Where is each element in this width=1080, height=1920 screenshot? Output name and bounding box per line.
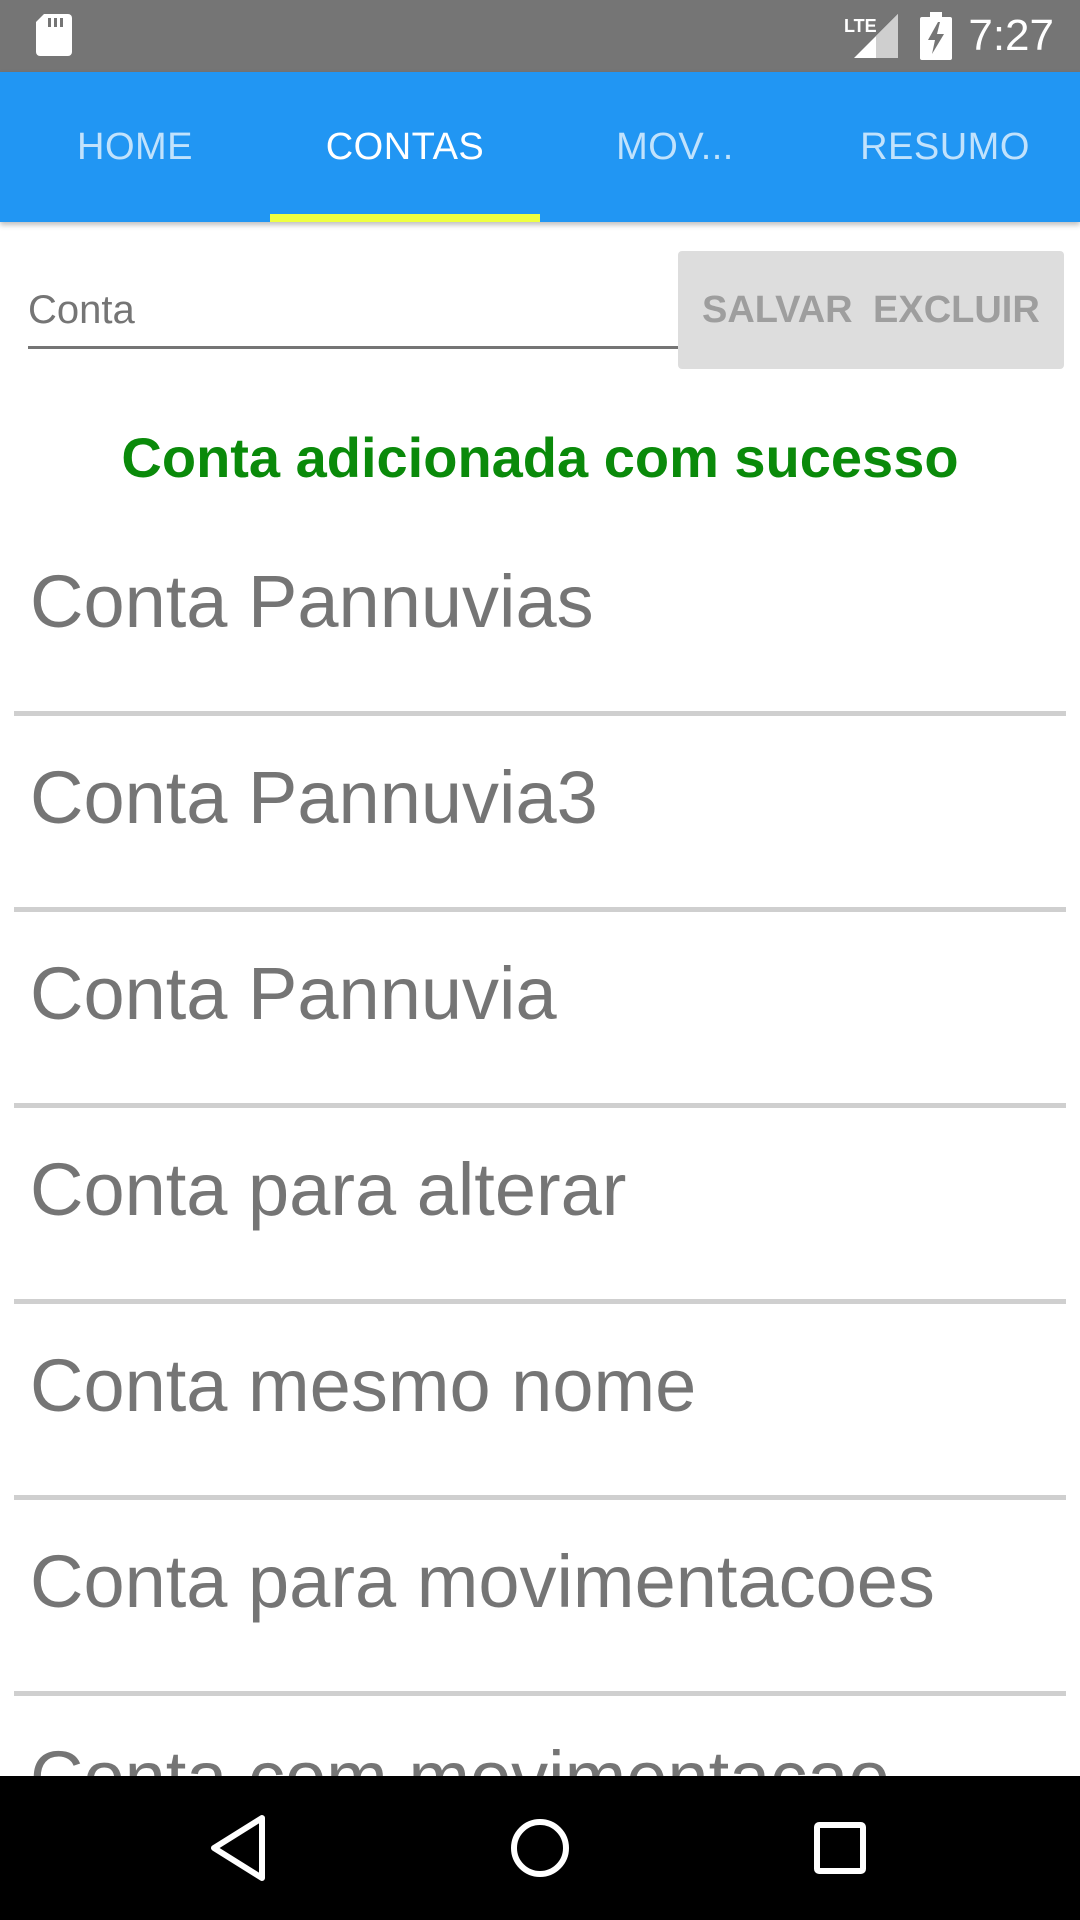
sd-card-icon	[36, 14, 72, 56]
list-item-label: Conta para movimentacoes	[30, 1540, 935, 1623]
list-item[interactable]: Conta para alterar	[14, 1108, 1066, 1304]
home-icon[interactable]	[500, 1808, 580, 1888]
list-item[interactable]: Conta Pannuvia	[14, 912, 1066, 1108]
list-item[interactable]: Conta para movimentacoes	[14, 1500, 1066, 1696]
conta-input[interactable]	[28, 274, 678, 349]
list-item-label: Conta com movimentacao	[30, 1728, 890, 1776]
recents-icon[interactable]	[800, 1808, 880, 1888]
clock: 7:27	[968, 11, 1054, 60]
lte-label: LTE	[844, 16, 877, 36]
list-item[interactable]: Conta Pannuvias	[14, 520, 1066, 716]
save-button[interactable]: SALVAR	[702, 251, 853, 369]
list-item-label: Conta para alterar	[30, 1148, 627, 1231]
list-item-label: Conta Pannuvia	[30, 952, 557, 1035]
tab-home[interactable]: HOME	[0, 72, 270, 222]
tab-movimentacoes[interactable]: MOV...	[540, 72, 810, 222]
list-item-label: Conta mesmo nome	[30, 1344, 697, 1427]
tab-resumo[interactable]: RESUMO	[810, 72, 1080, 222]
list-item[interactable]: Conta com movimentacao	[14, 1696, 1066, 1776]
action-buttons: SALVAR EXCLUIR	[678, 251, 1064, 369]
navigation-bar	[0, 1776, 1080, 1920]
delete-button[interactable]: EXCLUIR	[873, 251, 1040, 369]
list-item[interactable]: Conta Pannuvia3	[14, 716, 1066, 912]
tab-contas[interactable]: CONTAS	[270, 72, 540, 222]
accounts-list: Conta Pannuvias Conta Pannuvia3 Conta Pa…	[0, 520, 1080, 1776]
tab-indicator	[270, 214, 540, 222]
list-item[interactable]: Conta mesmo nome	[14, 1304, 1066, 1500]
list-item-label: Conta Pannuvias	[30, 560, 594, 643]
tab-bar: HOME CONTAS MOV... RESUMO	[0, 72, 1080, 222]
back-icon[interactable]	[200, 1808, 280, 1888]
list-item-label: Conta Pannuvia3	[30, 756, 598, 839]
success-message: Conta adicionada com sucesso	[121, 426, 959, 489]
lte-signal-icon: LTE	[844, 14, 898, 58]
battery-charging-icon	[920, 12, 952, 60]
status-bar: LTE 7:27	[0, 0, 1080, 72]
